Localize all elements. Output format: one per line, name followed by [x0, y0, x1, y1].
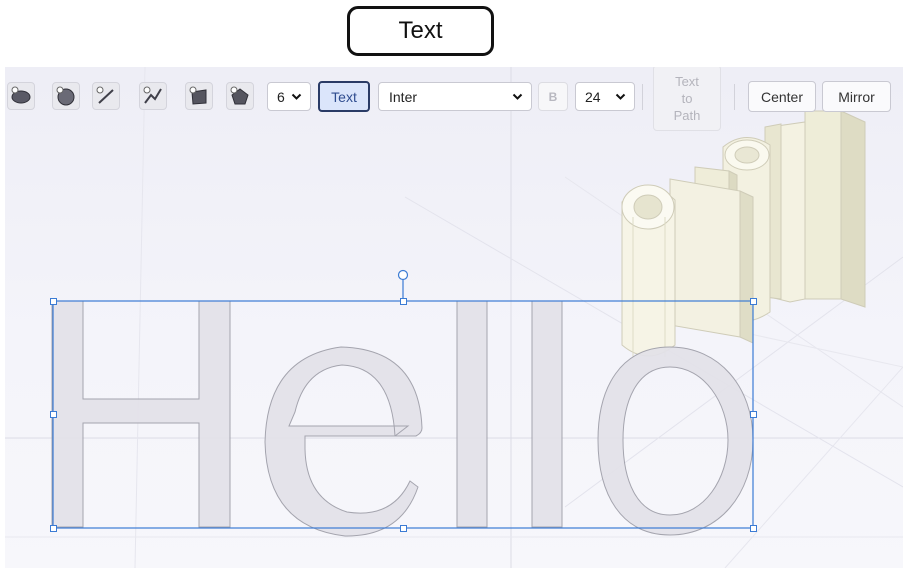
polygon-tool-icon — [230, 86, 249, 105]
font-select[interactable]: Inter — [378, 82, 532, 111]
line-tool-icon — [96, 86, 114, 104]
resize-handle-top-right[interactable] — [750, 298, 757, 305]
center-button[interactable]: Center — [748, 81, 816, 112]
extruded-text-3d — [621, 110, 866, 357]
chevron-down-icon — [512, 93, 523, 100]
chevron-down-icon — [291, 93, 302, 100]
toolbar-divider — [734, 84, 735, 110]
canvas-viewport[interactable]: 6 Text Inter B 24 Text to Path Center Mi… — [5, 67, 903, 568]
path-tool-icon — [143, 86, 162, 104]
resize-handle-bottom-left[interactable] — [50, 525, 57, 532]
rotate-handle — [397, 269, 409, 281]
polygon-tool-button[interactable] — [226, 82, 254, 110]
resize-handle-middle-right[interactable] — [750, 411, 757, 418]
line-tool-button[interactable] — [92, 82, 120, 110]
font-size-select[interactable]: 24 — [575, 82, 635, 111]
resize-handle-middle-left[interactable] — [50, 411, 57, 418]
font-value: Inter — [389, 88, 418, 105]
mirror-button[interactable]: Mirror — [822, 81, 891, 112]
resize-handle-bottom-right[interactable] — [750, 525, 757, 532]
bold-button[interactable]: B — [538, 82, 568, 111]
center-label: Center — [760, 88, 804, 105]
path-tool-button[interactable] — [139, 82, 167, 110]
sides-value: 6 — [277, 88, 285, 105]
text-to-path-line-3: Path — [673, 107, 701, 123]
circle-tool-icon — [56, 86, 75, 106]
rectangle-tool-icon — [189, 86, 207, 105]
tool-label-text: Text — [398, 17, 443, 44]
text-tool-button[interactable]: Text — [318, 81, 370, 112]
sides-select[interactable]: 6 — [267, 82, 311, 111]
toolbar-divider — [642, 84, 643, 110]
text-tool-label: Text — [331, 88, 357, 105]
mirror-label: Mirror — [838, 88, 875, 105]
ellipse-tool-icon — [11, 86, 31, 104]
text-to-path-line-2: to — [681, 90, 693, 106]
ellipse-tool-button[interactable] — [7, 82, 35, 110]
resize-handle-top-middle[interactable] — [400, 298, 407, 305]
tool-label-tooltip: Text — [347, 6, 494, 56]
text-to-path-button[interactable]: Text to Path — [653, 67, 721, 131]
chevron-down-icon — [615, 93, 626, 100]
circle-tool-button[interactable] — [52, 82, 80, 110]
resize-handle-top-left[interactable] — [50, 298, 57, 305]
resize-handle-bottom-middle[interactable] — [400, 525, 407, 532]
bold-label: B — [548, 89, 558, 104]
text-to-path-line-1: Text — [675, 73, 699, 89]
font-size-value: 24 — [585, 88, 601, 105]
canvas-toolbar: 6 Text Inter B 24 Text to Path Center Mi… — [5, 67, 903, 131]
rectangle-tool-button[interactable] — [185, 82, 213, 110]
canvas-scene — [5, 67, 903, 568]
